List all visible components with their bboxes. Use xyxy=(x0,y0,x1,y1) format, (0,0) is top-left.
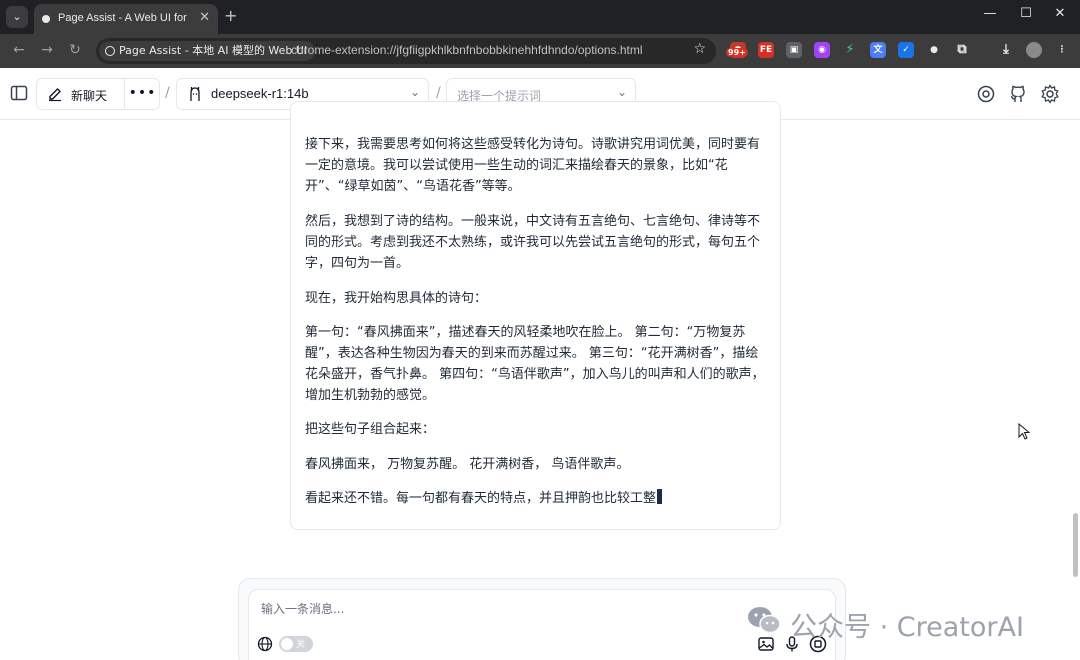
extension-icon xyxy=(105,46,115,56)
address-bar[interactable]: Page Assist - 本地 AI 模型的 Web UI chrome-ex… xyxy=(96,38,716,64)
message-paragraph: 接下来，我需要思考如何将这些感受转化为诗句。诗歌讲究用词优美，同时要有一定的意境… xyxy=(305,137,761,194)
edit-icon xyxy=(49,88,61,102)
minimize-button[interactable]: — xyxy=(980,6,1000,21)
bookmark-star-icon[interactable]: ☆ xyxy=(693,41,706,57)
message-last-line: 看起来还不错。每一句都有春天的特点，并且押韵也比较工整 xyxy=(305,488,767,509)
new-tab-button[interactable]: + xyxy=(224,6,237,25)
site-chip-label: Page Assist - 本地 AI 模型的 Web UI xyxy=(119,44,308,57)
message-paragraph: 把这些句子组合起来： xyxy=(305,422,436,437)
extension-bolt-icon[interactable]: ⚡ xyxy=(842,42,858,58)
typing-caret xyxy=(657,489,663,504)
url-text[interactable]: chrome-extension://jfgfiigpkhlkbnfnbobbk… xyxy=(291,43,643,57)
message-paragraph: 然后，我想到了诗的结构。一般来说，中文诗有五言绝句、七言绝句、律诗等不同的形式。… xyxy=(305,214,761,271)
profile-avatar[interactable] xyxy=(1026,42,1042,58)
watermark-text: 公众号 · CreatorAI xyxy=(790,612,1024,643)
github-icon[interactable] xyxy=(1008,84,1028,104)
chat-area: 接下来，我需要思考如何将这些感受转化为诗句。诗歌讲究用词优美，同时要有一定的意境… xyxy=(0,101,1080,660)
back-button[interactable]: ← xyxy=(10,42,28,58)
model-name: deepseek-r1:14b xyxy=(211,86,309,101)
extensions-puzzle-icon[interactable]: ⧉ xyxy=(954,42,970,58)
brain-icon[interactable] xyxy=(976,84,996,104)
chevron-down-icon: ⌄ xyxy=(409,85,420,99)
screen: ⌄ Page Assist - A Web UI for Lo ✕ + — ☐ … xyxy=(0,0,1080,660)
toggle-knob xyxy=(281,638,293,650)
browser-tab[interactable]: Page Assist - A Web UI for Lo ✕ xyxy=(34,4,218,34)
tab-close-icon[interactable]: ✕ xyxy=(199,10,210,25)
extension-notification-badge: 99+ xyxy=(726,48,748,57)
site-info-chip[interactable]: Page Assist - 本地 AI 模型的 Web UI xyxy=(99,41,316,61)
message-paragraph: 现在，我开始构思具体的诗句： xyxy=(305,291,488,306)
tab-search-button[interactable]: ⌄ xyxy=(6,6,28,28)
sidebar-toggle-icon[interactable] xyxy=(10,84,28,102)
extension-gamepad-icon[interactable]: ▣ xyxy=(786,42,802,58)
header-separator: / xyxy=(436,85,441,101)
tab-favicon-icon xyxy=(42,15,50,23)
browser-tab-strip: ⌄ Page Assist - A Web UI for Lo ✕ + — ☐ … xyxy=(0,0,1080,34)
extension-check-icon[interactable]: ✓ xyxy=(898,42,914,58)
maximize-button[interactable]: ☐ xyxy=(1016,6,1036,21)
browser-toolbar: ← → ↻ Page Assist - 本地 AI 模型的 Web UI chr… xyxy=(0,34,1080,68)
message-paragraph: 看起来还不错。每一句都有春天的特点，并且押韵也比较工整 xyxy=(305,491,657,506)
message-paragraph: 春风拂面来， 万物复苏醒。 花开满树香， 鸟语伴歌声。 xyxy=(305,457,630,472)
assistant-message: 接下来，我需要思考如何将这些感受转化为诗句。诗歌讲究用词优美，同时要有一定的意境… xyxy=(290,101,781,530)
chevron-down-icon: ⌄ xyxy=(616,85,627,99)
extension-fe-icon[interactable]: FE xyxy=(758,42,774,58)
download-icon[interactable]: ⤓ xyxy=(998,42,1014,58)
globe-icon[interactable] xyxy=(257,636,273,652)
more-options-button[interactable]: ••• xyxy=(124,78,160,110)
message-paragraph: 第一句：“春风拂面来”，描述春天的风轻柔地吹在脸上。 第二句：“万物复苏醒”，表… xyxy=(305,325,765,403)
settings-gear-icon[interactable] xyxy=(1040,84,1060,104)
tab-title: Page Assist - A Web UI for Lo xyxy=(58,12,188,24)
extension-dot-icon[interactable]: ● xyxy=(926,42,942,58)
image-upload-icon[interactable] xyxy=(757,635,775,653)
scrollbar-thumb[interactable] xyxy=(1073,513,1078,577)
message-input[interactable] xyxy=(261,602,821,616)
extension-translate-icon[interactable]: 文 xyxy=(870,42,886,58)
toggle-label: 关 xyxy=(296,640,306,650)
new-chat-label: 新聊天 xyxy=(71,89,108,103)
forward-button[interactable]: → xyxy=(38,42,56,58)
web-search-toggle[interactable]: 关 xyxy=(279,636,313,652)
reload-button[interactable]: ↻ xyxy=(66,42,84,58)
extension-purple-icon[interactable]: ◉ xyxy=(814,42,830,58)
browser-menu-icon[interactable]: ⋮ xyxy=(1054,42,1070,58)
close-window-button[interactable]: ✕ xyxy=(1050,6,1070,21)
mouse-cursor-icon xyxy=(1018,423,1031,440)
ollama-icon xyxy=(190,87,200,101)
wechat-logo-icon xyxy=(748,607,781,634)
header-separator: / xyxy=(165,85,170,101)
